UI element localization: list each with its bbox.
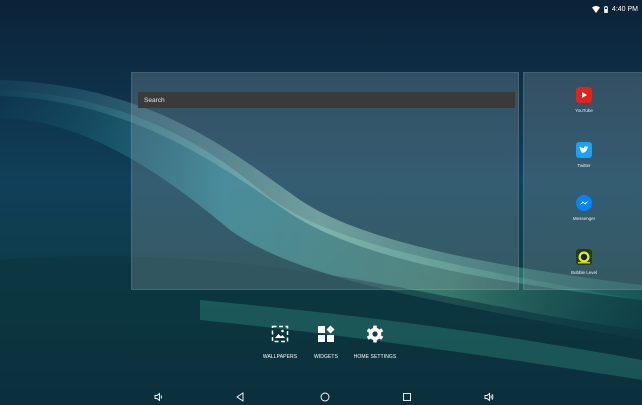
wallpaper-icon bbox=[271, 325, 289, 348]
navigation-bar bbox=[0, 388, 642, 405]
gear-icon bbox=[366, 325, 384, 348]
widgets-button[interactable]: WIDGETS bbox=[309, 325, 343, 360]
back-icon[interactable] bbox=[232, 389, 248, 405]
home-edit-actions: WALLPAPERS WIDGETS HOME SETTINGS bbox=[0, 325, 642, 365]
home-settings-label: HOME SETTINGS bbox=[353, 354, 397, 360]
volume-down-icon[interactable] bbox=[151, 389, 167, 405]
clock: 4:40 PM bbox=[611, 5, 638, 13]
app-label: Bubble Level bbox=[570, 270, 598, 275]
app-label: Twitter bbox=[577, 163, 591, 168]
app-messenger[interactable]: Messenger bbox=[554, 195, 614, 221]
messenger-icon bbox=[576, 195, 592, 211]
status-bar: 4:40 PM bbox=[0, 0, 642, 18]
search-bar[interactable]: Search bbox=[138, 92, 515, 108]
app-twitter[interactable]: Twitter bbox=[554, 142, 614, 168]
bubble-level-icon bbox=[576, 249, 592, 265]
widgets-icon bbox=[317, 325, 335, 348]
recents-icon[interactable] bbox=[399, 389, 415, 405]
search-label: Search bbox=[144, 96, 165, 104]
wifi-icon bbox=[591, 5, 600, 13]
wallpapers-button[interactable]: WALLPAPERS bbox=[257, 325, 303, 360]
app-label: YouTube bbox=[575, 108, 593, 113]
home-icon[interactable] bbox=[317, 389, 333, 405]
twitter-icon bbox=[576, 142, 592, 158]
widgets-label: WIDGETS bbox=[313, 354, 339, 360]
home-settings-button[interactable]: HOME SETTINGS bbox=[350, 325, 400, 360]
battery-icon bbox=[604, 5, 608, 13]
app-youtube[interactable]: YouTube bbox=[554, 87, 614, 113]
home-screen-page-right[interactable]: YouTube Twitter Messenger Bubble Level bbox=[523, 72, 642, 290]
youtube-icon bbox=[576, 87, 592, 103]
wallpapers-label: WALLPAPERS bbox=[262, 354, 298, 360]
home-screen-page[interactable]: Search bbox=[131, 72, 519, 290]
app-label: Messenger bbox=[572, 216, 596, 221]
volume-up-icon[interactable] bbox=[481, 389, 497, 405]
app-bubble-level[interactable]: Bubble Level bbox=[554, 249, 614, 275]
